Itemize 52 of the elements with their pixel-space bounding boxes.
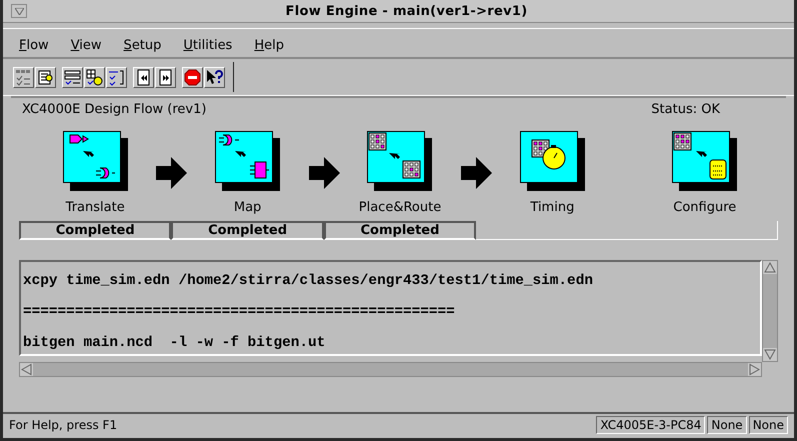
checklist-icon xyxy=(15,68,32,86)
stage-status: Completed xyxy=(19,221,172,240)
menu-item[interactable]: Help xyxy=(254,38,284,53)
menu-item[interactable]: Utilities xyxy=(183,38,232,53)
status-pane: None xyxy=(707,416,747,434)
status-text: Status: OK xyxy=(651,102,720,117)
toolbar-button[interactable] xyxy=(35,66,56,88)
window-title: Flow Engine - main(ver1->rev1) xyxy=(284,4,528,18)
help-text: For Help, press F1 xyxy=(9,418,118,432)
log-line: ================================================== xyxy=(23,303,456,322)
menu-item[interactable]: View xyxy=(70,38,102,53)
log-line: bitgen main.ncd -l -w -f bitgen.ut xyxy=(23,334,326,353)
scroll-left-icon xyxy=(20,363,33,376)
stage-label: Map xyxy=(234,200,262,215)
list-check-icon xyxy=(64,68,81,86)
toolbar-button[interactable] xyxy=(84,66,105,88)
help-pointer-icon xyxy=(206,68,223,86)
flow-step-icon[interactable] xyxy=(367,131,432,191)
log-line: xcpy time_sim.edn /home2/stirra/classes/engr433/test1/time_sim.edn xyxy=(23,272,594,291)
flow-step-icon[interactable] xyxy=(520,131,585,191)
stage-label: Configure xyxy=(673,200,736,215)
window-menu-button[interactable] xyxy=(11,4,27,18)
menu-item[interactable]: Flow xyxy=(19,38,49,53)
stage-status: Completed xyxy=(324,221,476,240)
flow-step-icon[interactable] xyxy=(672,131,738,191)
stage-label: Place&Route xyxy=(358,200,442,215)
flow-step-icon[interactable] xyxy=(215,131,280,191)
horizontal-scrollbar[interactable] xyxy=(19,362,762,377)
status-pane: XC4005E-3-PC84 xyxy=(596,416,706,434)
stage-label: Timing xyxy=(530,200,574,215)
stage-label: Translate xyxy=(66,200,125,215)
flow-title: XC4000E Design Flow (rev1) xyxy=(22,102,206,117)
forward-page-icon xyxy=(157,68,174,86)
stop-sign-icon xyxy=(184,68,201,86)
toolbar-button[interactable] xyxy=(62,66,83,88)
menu-item[interactable]: Setup xyxy=(124,38,162,53)
triangle-down-icon xyxy=(14,8,24,14)
toolbar-button[interactable] xyxy=(133,66,154,88)
scroll-right-icon xyxy=(748,363,761,376)
toolbar-button[interactable] xyxy=(204,66,225,88)
stage-status: Completed xyxy=(171,221,324,240)
toolbar-button[interactable] xyxy=(155,66,176,88)
toolbar-button[interactable] xyxy=(13,66,34,88)
rewind-page-icon xyxy=(135,68,152,86)
grid-clock-icon xyxy=(86,68,103,86)
check-bracket-icon xyxy=(108,68,125,86)
toolbar-button[interactable] xyxy=(106,66,127,88)
document-settings-icon xyxy=(37,68,54,86)
toolbar-button[interactable] xyxy=(182,66,203,88)
status-pane: None xyxy=(748,416,788,434)
flow-step-icon[interactable] xyxy=(62,131,128,191)
vertical-scrollbar[interactable] xyxy=(762,260,778,362)
